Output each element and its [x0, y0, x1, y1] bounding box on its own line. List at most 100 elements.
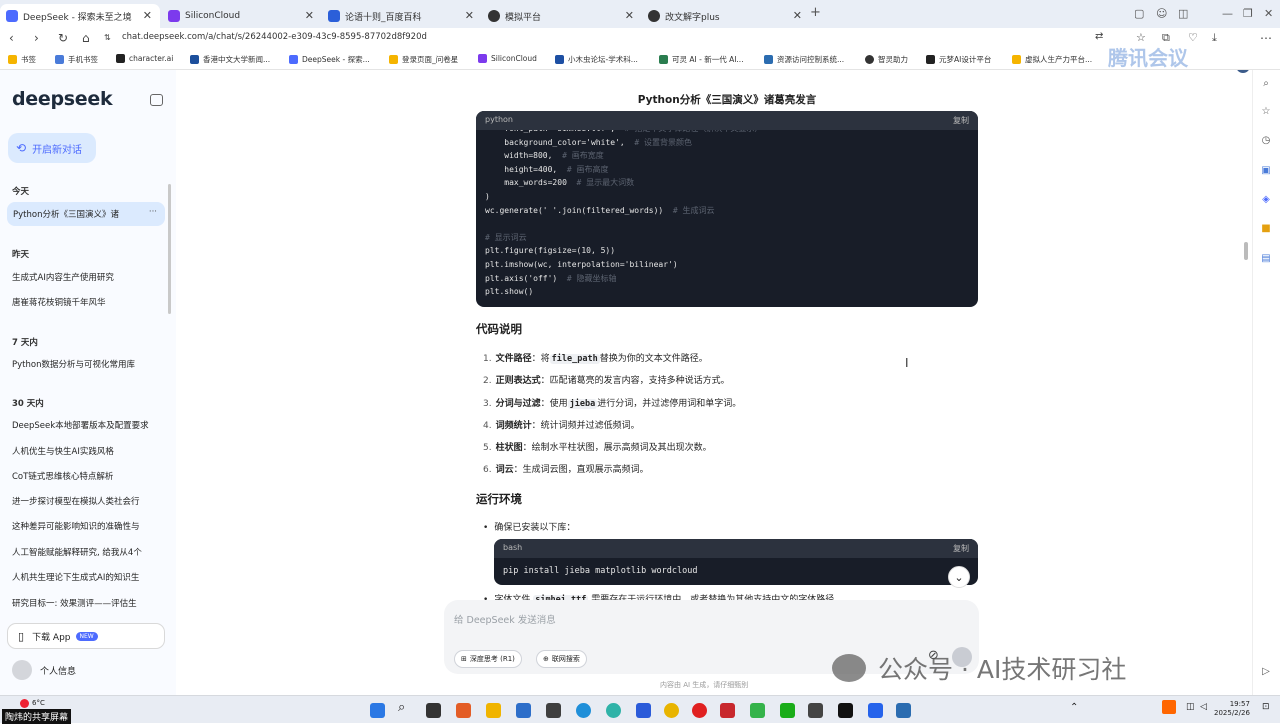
url-field[interactable]: chat.deepseek.com/a/chat/s/26244002-e309…	[122, 32, 427, 42]
deepseek-logo[interactable]: deepseek	[12, 88, 113, 110]
app-icon[interactable]	[692, 703, 707, 718]
app-icon[interactable]	[896, 703, 911, 718]
tab-baike[interactable]: 论语十则_百度百科 ✕	[322, 4, 482, 28]
bookmark-item[interactable]: DeepSeek - 探索...	[289, 54, 370, 65]
search-icon[interactable]: ⌕	[398, 700, 413, 715]
chat-history-item[interactable]: 人机共生理论下生成式AI的知识生	[12, 571, 162, 583]
app-icon[interactable]	[750, 703, 765, 718]
wps-icon[interactable]	[720, 703, 735, 718]
scroll-down-button[interactable]: ⌄	[948, 566, 970, 588]
close-icon[interactable]: ✕	[305, 9, 314, 22]
chat-history-item[interactable]: Python分析《三国演义》诸 ···	[7, 202, 165, 226]
refresh-icon[interactable]: ↻	[58, 31, 68, 45]
web-search-toggle[interactable]: ⊕ 联网搜索	[536, 650, 587, 668]
game-icon[interactable]: ◈	[1259, 194, 1273, 208]
tab-gaiwen[interactable]: 改文解字plus ✕	[642, 4, 810, 28]
close-window-icon[interactable]: ✕	[1264, 7, 1273, 20]
new-tab-icon[interactable]: +	[810, 5, 821, 20]
notes-icon[interactable]: ▤	[1259, 253, 1273, 267]
message-input[interactable]: 给 DeepSeek 发送消息	[454, 612, 556, 626]
maximize-icon[interactable]: ❐	[1243, 7, 1253, 20]
main-scrollbar[interactable]	[1244, 242, 1248, 260]
app-icon[interactable]	[516, 703, 531, 718]
chat-history-item[interactable]: 研究目标一: 效果测评——评估生	[12, 597, 162, 609]
app-icon[interactable]	[808, 703, 823, 718]
file-explorer-icon[interactable]	[486, 703, 501, 718]
task-view-icon[interactable]	[426, 703, 441, 718]
close-icon[interactable]: ✕	[793, 9, 802, 22]
app-icon[interactable]	[868, 703, 883, 718]
search-icon[interactable]: ⌕	[1259, 78, 1273, 92]
more-options-icon[interactable]: ···	[149, 207, 157, 217]
app-icon[interactable]	[546, 703, 561, 718]
history-icon[interactable]: ◷	[1259, 135, 1273, 149]
notifications-icon[interactable]: ⊡	[1262, 702, 1270, 712]
network-icon[interactable]: ◫	[1186, 702, 1195, 712]
bookmark-item[interactable]: 登录页面_问卷星	[389, 54, 458, 65]
tab-search-icon[interactable]: ▢	[1134, 7, 1144, 20]
bookmark-item[interactable]: 手机书签	[55, 54, 98, 65]
chat-history-item[interactable]: 人工智能赋能解释研究, 给我从4个	[12, 546, 162, 558]
minimize-icon[interactable]: —	[1222, 7, 1233, 20]
download-app-button[interactable]: ▯ 下载 App NEW	[7, 623, 165, 649]
new-chat-button[interactable]: ⟲ 开启新对话	[8, 133, 96, 163]
close-icon[interactable]: ✕	[465, 9, 474, 22]
windows-start-icon[interactable]	[370, 703, 385, 718]
ime-icon[interactable]	[1162, 700, 1176, 714]
close-icon[interactable]: ✕	[625, 9, 634, 22]
forward-icon[interactable]: ›	[34, 31, 39, 45]
download-icon[interactable]: ⤓	[1212, 31, 1217, 45]
app-icon[interactable]	[456, 703, 471, 718]
site-info-icon[interactable]: ⇅	[104, 33, 111, 42]
bookmark-item[interactable]: 可灵 AI - 新一代 AI...	[659, 54, 744, 65]
app-icon[interactable]	[636, 703, 651, 718]
tab-siliconcloud[interactable]: SiliconCloud ✕	[162, 4, 322, 28]
sidebar-scrollbar[interactable]	[168, 184, 171, 314]
star-icon[interactable]: ☆	[1259, 106, 1273, 120]
bookmark-item[interactable]: 香港中文大学新闻...	[190, 54, 270, 65]
toolbox-icon[interactable]: ■	[1259, 223, 1273, 237]
bookmark-item[interactable]: 虚拟人生产力平台...	[1012, 54, 1092, 65]
chat-history-item[interactable]: DeepSeek本地部署版本及配置要求	[12, 419, 162, 431]
bookmark-item[interactable]: 小木虫论坛-学术科...	[555, 54, 638, 65]
deep-think-toggle[interactable]: ⊞ 深度思考 (R1)	[454, 650, 522, 668]
close-icon[interactable]: ✕	[143, 9, 152, 22]
system-clock[interactable]: 19:57 2025/2/26	[1214, 700, 1250, 718]
chat-history-item[interactable]: 人机优生与快生AI实践风格	[12, 445, 162, 457]
bookmark-item[interactable]: 书签	[8, 54, 36, 65]
back-icon[interactable]: ‹	[9, 31, 14, 45]
more-icon[interactable]: ⋯	[1260, 31, 1272, 45]
extensions-icon[interactable]: ◫	[1178, 7, 1188, 20]
collapse-sidebar-icon[interactable]	[150, 94, 163, 106]
app-icon[interactable]	[838, 703, 853, 718]
bookmark-item[interactable]: 元梦AI设计平台	[926, 54, 991, 65]
bookmark-item[interactable]: 资源访问控制系统...	[764, 54, 844, 65]
translate-icon[interactable]: ⇄	[1095, 31, 1103, 42]
copy-button[interactable]: 复制	[953, 543, 969, 554]
volume-icon[interactable]: ◁	[1200, 702, 1207, 712]
chat-history-item[interactable]: CoT链式思维核心特点解析	[12, 470, 162, 482]
chat-history-item[interactable]: 进一步探讨模型在模拟人类社会行	[12, 495, 162, 507]
collections-icon[interactable]: ♡	[1188, 31, 1198, 44]
bookmark-item[interactable]: SiliconCloud	[478, 54, 537, 63]
tab-deepseek[interactable]: DeepSeek - 探索未至之境 ✕	[0, 4, 160, 28]
chat-history-item[interactable]: 生成式AI内容生产使用研究	[12, 271, 162, 283]
phone-icon	[55, 55, 64, 64]
chat-history-item[interactable]: 这种差异可能影响知识的准确性与	[12, 520, 162, 532]
home-icon[interactable]: ⌂	[82, 31, 90, 45]
app-icon[interactable]	[606, 703, 621, 718]
ai-icon[interactable]: ▣	[1259, 165, 1273, 179]
chrome-icon[interactable]	[664, 703, 679, 718]
wechat-icon[interactable]	[780, 703, 795, 718]
chat-history-item[interactable]: 唐崔蒋花枝铜镜千年风华	[12, 296, 162, 308]
tab-simulation[interactable]: 模拟平台 ✕	[482, 4, 642, 28]
account-icon[interactable]: ☺	[1156, 7, 1167, 20]
bookmark-item[interactable]: 智灵助力	[865, 54, 908, 65]
expand-panel-icon[interactable]: ▷	[1259, 666, 1273, 680]
bookmark-item[interactable]: character.ai	[116, 54, 173, 63]
chat-history-item[interactable]: Python数据分析与可视化常用库	[12, 358, 162, 370]
edge-icon[interactable]	[576, 703, 591, 718]
tray-chevron-icon[interactable]: ⌃	[1070, 702, 1078, 713]
profile-button[interactable]: 个人信息	[12, 660, 76, 680]
copy-button[interactable]: 复制	[953, 115, 969, 126]
